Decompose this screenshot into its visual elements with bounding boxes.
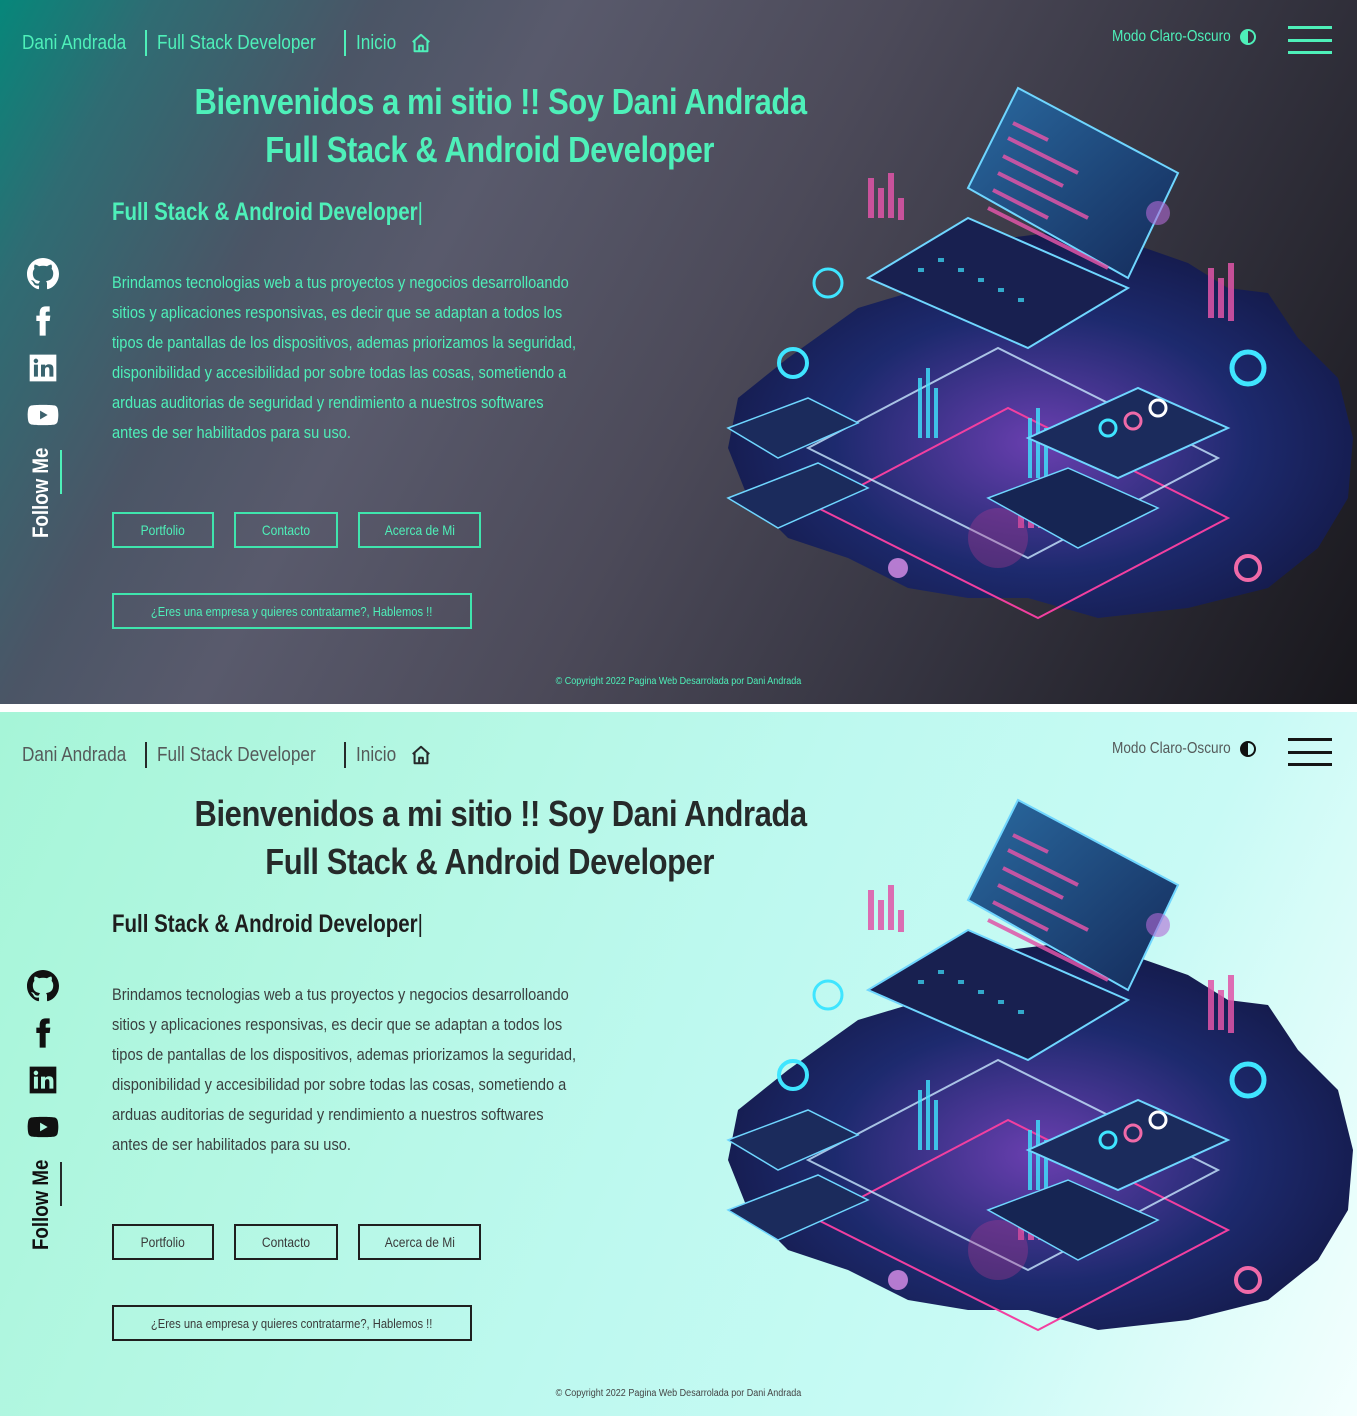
top-nav: Dani Andrada Full Stack Developer Inicio	[22, 30, 432, 56]
top-nav: Dani Andrada Full Stack Developer Inicio	[22, 742, 432, 768]
youtube-icon[interactable]	[27, 399, 59, 431]
typing-cursor: |	[417, 910, 423, 938]
github-icon[interactable]	[27, 970, 59, 1002]
hamburger-bar	[1288, 26, 1332, 29]
acerca-button-label: Acerca de Mi	[384, 522, 455, 538]
hamburger-bar	[1288, 750, 1332, 754]
nav-name-link[interactable]: Dani Andrada	[22, 744, 126, 767]
hamburger-bar	[1288, 738, 1332, 741]
nav-role-link[interactable]: Full Stack Developer	[157, 32, 316, 55]
nav-divider	[343, 742, 346, 768]
follow-me-label: Follow Me	[28, 1159, 53, 1250]
nav-name-link[interactable]: Dani Andrada	[22, 32, 126, 55]
contacto-button[interactable]: Contacto	[234, 512, 338, 548]
copyright-text: © Copyright 2022 Pagina Web Desarrolada …	[555, 1388, 802, 1399]
contrast-icon[interactable]	[1239, 741, 1256, 757]
hamburger-menu-icon[interactable]	[1288, 738, 1332, 766]
typed-subtitle: Full Stack & Android Developer|	[112, 198, 423, 227]
linkedin-icon[interactable]	[27, 352, 59, 384]
mode-toggle[interactable]: Modo Claro-Oscuro	[1112, 28, 1256, 46]
mode-toggle[interactable]: Modo Claro-Oscuro	[1112, 740, 1256, 758]
follow-me-line	[60, 1162, 62, 1206]
hero-title-line-2: Full Stack & Android Developer	[265, 129, 714, 170]
follow-me-label: Follow Me	[28, 447, 53, 538]
github-icon[interactable]	[27, 258, 59, 290]
follow-me: Follow Me	[28, 447, 62, 540]
typed-subtitle: Full Stack & Android Developer|	[112, 910, 423, 939]
copyright-footer: © Copyright 2022 Pagina Web Desarrolada …	[0, 676, 1357, 687]
contacto-button-label: Contacto	[261, 522, 311, 538]
home-icon[interactable]	[410, 32, 432, 54]
acerca-button[interactable]: Acerca de Mi	[358, 512, 481, 548]
follow-me-line	[60, 450, 62, 494]
acerca-button-label: Acerca de Mi	[384, 1234, 455, 1250]
hire-me-button-label: ¿Eres una empresa y quieres contratarme?…	[151, 603, 433, 619]
social-links	[27, 970, 59, 1158]
home-icon[interactable]	[410, 744, 432, 766]
portfolio-button-label: Portfolio	[140, 1234, 186, 1250]
follow-me: Follow Me	[28, 1159, 62, 1252]
isometric-laptop-illustration	[668, 78, 1357, 638]
portfolio-button[interactable]: Portfolio	[112, 512, 214, 548]
nav-home-link[interactable]: Inicio	[356, 744, 396, 767]
facebook-icon[interactable]	[27, 305, 59, 337]
hire-me-button-label: ¿Eres una empresa y quieres contratarme?…	[151, 1315, 433, 1331]
hamburger-bar	[1288, 38, 1332, 42]
contacto-button[interactable]: Contacto	[234, 1224, 338, 1260]
hero-title: Bienvenidos a mi sitio !! Soy Dani Andra…	[110, 790, 808, 886]
copyright-footer: © Copyright 2022 Pagina Web Desarrolada …	[0, 1388, 1357, 1399]
social-links	[27, 258, 59, 446]
hamburger-bar	[1288, 763, 1332, 766]
contrast-icon[interactable]	[1239, 29, 1256, 45]
hero-description: Brindamos tecnologias web a tus proyecto…	[112, 985, 577, 1154]
nav-divider	[343, 30, 346, 56]
hero-title: Bienvenidos a mi sitio !! Soy Dani Andra…	[110, 78, 808, 174]
typing-cursor: |	[417, 198, 423, 226]
linkedin-icon[interactable]	[27, 1064, 59, 1096]
acerca-button[interactable]: Acerca de Mi	[358, 1224, 481, 1260]
nav-home-link[interactable]: Inicio	[356, 32, 396, 55]
hamburger-bar	[1288, 51, 1332, 54]
mode-toggle-label: Modo Claro-Oscuro	[1112, 740, 1231, 757]
hero-title-line-2: Full Stack & Android Developer	[265, 841, 714, 882]
hero-description: Brindamos tecnologias web a tus proyecto…	[112, 273, 577, 442]
dark-theme-panel: Dani Andrada Full Stack Developer Inicio…	[0, 0, 1357, 704]
hero-title-line-1: Bienvenidos a mi sitio !! Soy Dani Andra…	[194, 793, 808, 834]
copyright-text: © Copyright 2022 Pagina Web Desarrolada …	[555, 676, 802, 687]
facebook-icon[interactable]	[27, 1017, 59, 1049]
portfolio-button[interactable]: Portfolio	[112, 1224, 214, 1260]
contacto-button-label: Contacto	[261, 1234, 311, 1250]
hero-title-line-1: Bienvenidos a mi sitio !! Soy Dani Andra…	[194, 81, 808, 122]
hire-me-button[interactable]: ¿Eres una empresa y quieres contratarme?…	[112, 593, 472, 629]
typed-text: Full Stack & Android Developer	[112, 910, 418, 938]
nav-divider	[145, 30, 148, 56]
nav-divider	[145, 742, 148, 768]
youtube-icon[interactable]	[27, 1111, 59, 1143]
hire-me-button[interactable]: ¿Eres una empresa y quieres contratarme?…	[112, 1305, 472, 1341]
light-theme-panel: Dani Andrada Full Stack Developer Inicio…	[0, 712, 1357, 1416]
hamburger-menu-icon[interactable]	[1288, 26, 1332, 54]
typed-text: Full Stack & Android Developer	[112, 198, 418, 226]
mode-toggle-label: Modo Claro-Oscuro	[1112, 28, 1231, 45]
isometric-laptop-illustration	[668, 790, 1357, 1350]
nav-role-link[interactable]: Full Stack Developer	[157, 744, 316, 767]
portfolio-button-label: Portfolio	[140, 522, 186, 538]
